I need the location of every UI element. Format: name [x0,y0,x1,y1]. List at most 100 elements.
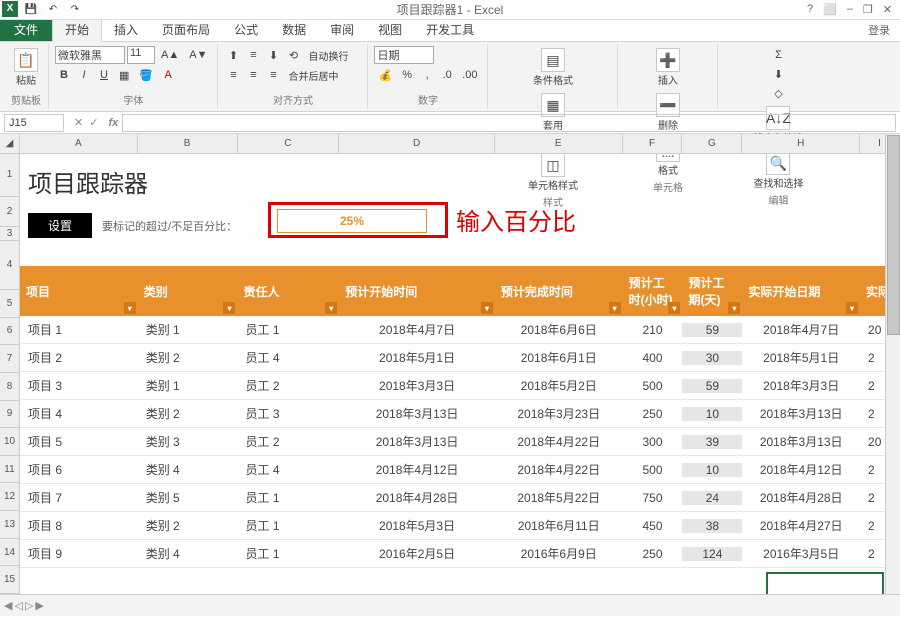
table-cell[interactable]: 项目 3 [20,377,138,394]
table-cell[interactable]: 2016年2月5日 [339,545,495,562]
table-cell[interactable]: 2018年4月22日 [495,461,623,478]
comma-button[interactable]: , [418,66,436,84]
table-cell[interactable]: 30 [682,351,742,365]
formula-bar[interactable] [122,114,896,132]
table-cell[interactable]: 类别 4 [138,545,238,562]
paste-button[interactable]: 📋 粘贴 [10,46,42,89]
percent-button[interactable]: % [398,66,416,84]
table-row[interactable]: 项目 6类别 4员工 42018年4月12日2018年4月22日50010201… [20,456,900,484]
table-cell[interactable]: 项目 9 [20,545,138,562]
table-cell[interactable]: 员工 2 [237,377,339,394]
table-cell[interactable]: 类别 4 [138,461,238,478]
table-cell[interactable]: 员工 2 [237,433,339,450]
table-row[interactable]: 项目 1类别 1员工 12018年4月7日2018年6月6日210592018年… [20,316,900,344]
filter-dropdown-icon[interactable]: ▾ [223,302,235,314]
border-button[interactable]: ▦ [115,66,133,84]
table-row[interactable]: 项目 3类别 1员工 22018年3月3日2018年5月2日500592018年… [20,372,900,400]
merge-button[interactable]: 合并后居中 [284,66,342,84]
fill-button[interactable]: ⬇ [769,65,787,83]
wrap-button[interactable]: 自动换行 [304,46,352,64]
select-all-corner[interactable]: ◢ [0,134,19,154]
italic-button[interactable]: I [75,66,93,84]
align-bot-button[interactable]: ⬇ [264,46,282,64]
table-cell[interactable]: 员工 1 [237,489,339,506]
table-cell[interactable]: 124 [682,547,742,561]
table-cell[interactable]: 项目 6 [20,461,138,478]
col-header[interactable]: D [339,134,495,153]
fill-color-button[interactable]: 🪣 [135,66,157,84]
save-button[interactable]: 💾 [22,1,40,19]
vertical-scrollbar[interactable] [885,134,900,594]
filter-dropdown-icon[interactable]: ▾ [728,302,740,314]
login-link[interactable]: 登录 [858,19,900,41]
tab-review[interactable]: 审阅 [318,18,366,41]
table-cell[interactable]: 项目 8 [20,517,138,534]
row-header[interactable]: 2 [0,197,19,227]
row-header[interactable]: 11 [0,456,19,484]
table-cell[interactable]: 2018年5月22日 [495,489,623,506]
row-header[interactable]: 9 [0,401,19,429]
tab-prev-button[interactable]: ◁ [14,599,22,612]
table-cell[interactable]: 员工 1 [237,321,339,338]
filter-dropdown-icon[interactable]: ▾ [325,302,337,314]
row-header[interactable]: 14 [0,539,19,567]
name-box[interactable]: J15 [4,114,64,132]
table-cell[interactable]: 员工 4 [237,349,339,366]
table-header[interactable]: 预计工时(小时)▾ [623,266,683,316]
tab-formulas[interactable]: 公式 [222,18,270,41]
autosum-button[interactable]: Σ [769,46,787,64]
tab-last-button[interactable]: ▶ [35,599,43,612]
table-cell[interactable]: 类别 2 [138,405,238,422]
table-cell[interactable]: 2016年3月5日 [742,545,860,562]
row-header[interactable]: 4 [0,241,19,290]
tab-next-button[interactable]: ▷ [25,599,33,612]
table-cell[interactable]: 类别 5 [138,489,238,506]
table-cell[interactable]: 2018年4月7日 [742,321,860,338]
table-cell[interactable]: 2018年4月27日 [742,517,860,534]
align-left-button[interactable]: ≡ [224,66,242,84]
table-cell[interactable]: 38 [682,519,742,533]
table-cell[interactable]: 类别 2 [138,349,238,366]
col-header[interactable]: B [138,134,238,153]
table-cell[interactable]: 10 [682,463,742,477]
row-header[interactable]: 15 [0,566,19,594]
table-cell[interactable]: 250 [623,547,683,561]
col-header[interactable]: G [682,134,742,153]
col-header[interactable]: F [623,134,683,153]
table-cell[interactable]: 项目 1 [20,321,138,338]
table-cell[interactable]: 500 [623,379,683,393]
table-row[interactable]: 项目 5类别 3员工 22018年3月13日2018年4月22日30039201… [20,428,900,456]
dec-decimal-button[interactable]: .00 [458,66,481,84]
table-cell[interactable]: 员工 1 [237,545,339,562]
table-cell[interactable]: 2018年3月13日 [742,405,860,422]
row-header[interactable]: 7 [0,345,19,373]
table-cell[interactable]: 450 [623,519,683,533]
scrollbar-thumb[interactable] [887,135,900,335]
row-header[interactable]: 6 [0,318,19,346]
tab-view[interactable]: 视图 [366,18,414,41]
insert-cells-button[interactable]: ➕插入 [652,46,684,89]
table-cell[interactable]: 2018年4月7日 [339,321,495,338]
table-cell[interactable]: 2018年6月1日 [495,349,623,366]
table-cell[interactable]: 59 [682,379,742,393]
table-cell[interactable]: 员工 4 [237,461,339,478]
col-header[interactable]: C [238,134,340,153]
table-cell[interactable]: 员工 1 [237,517,339,534]
table-cell[interactable]: 2018年4月28日 [339,489,495,506]
table-cell[interactable]: 210 [623,323,683,337]
undo-button[interactable]: ↶ [44,1,62,19]
inc-decimal-button[interactable]: .0 [438,66,456,84]
table-cell[interactable]: 2018年6月11日 [495,517,623,534]
table-cell[interactable]: 10 [682,407,742,421]
table-cell[interactable]: 类别 2 [138,517,238,534]
accept-formula-button[interactable]: ✓ [89,116,98,129]
shrink-font-button[interactable]: A▼ [185,46,211,64]
grid[interactable]: ABCDEFGHI 项目跟踪器 设置 要标记的超过/不足百分比： 25% 输入百… [20,134,900,594]
table-row[interactable]: 项目 8类别 2员工 12018年5月3日2018年6月11日450382018… [20,512,900,540]
row-header[interactable]: 1 [0,154,19,197]
table-cell[interactable]: 2018年6月6日 [495,321,623,338]
table-row[interactable]: 项目 2类别 2员工 42018年5月1日2018年6月1日400302018年… [20,344,900,372]
filter-dropdown-icon[interactable]: ▾ [846,302,858,314]
table-cell[interactable]: 2018年5月1日 [742,349,860,366]
row-header[interactable]: 10 [0,428,19,456]
